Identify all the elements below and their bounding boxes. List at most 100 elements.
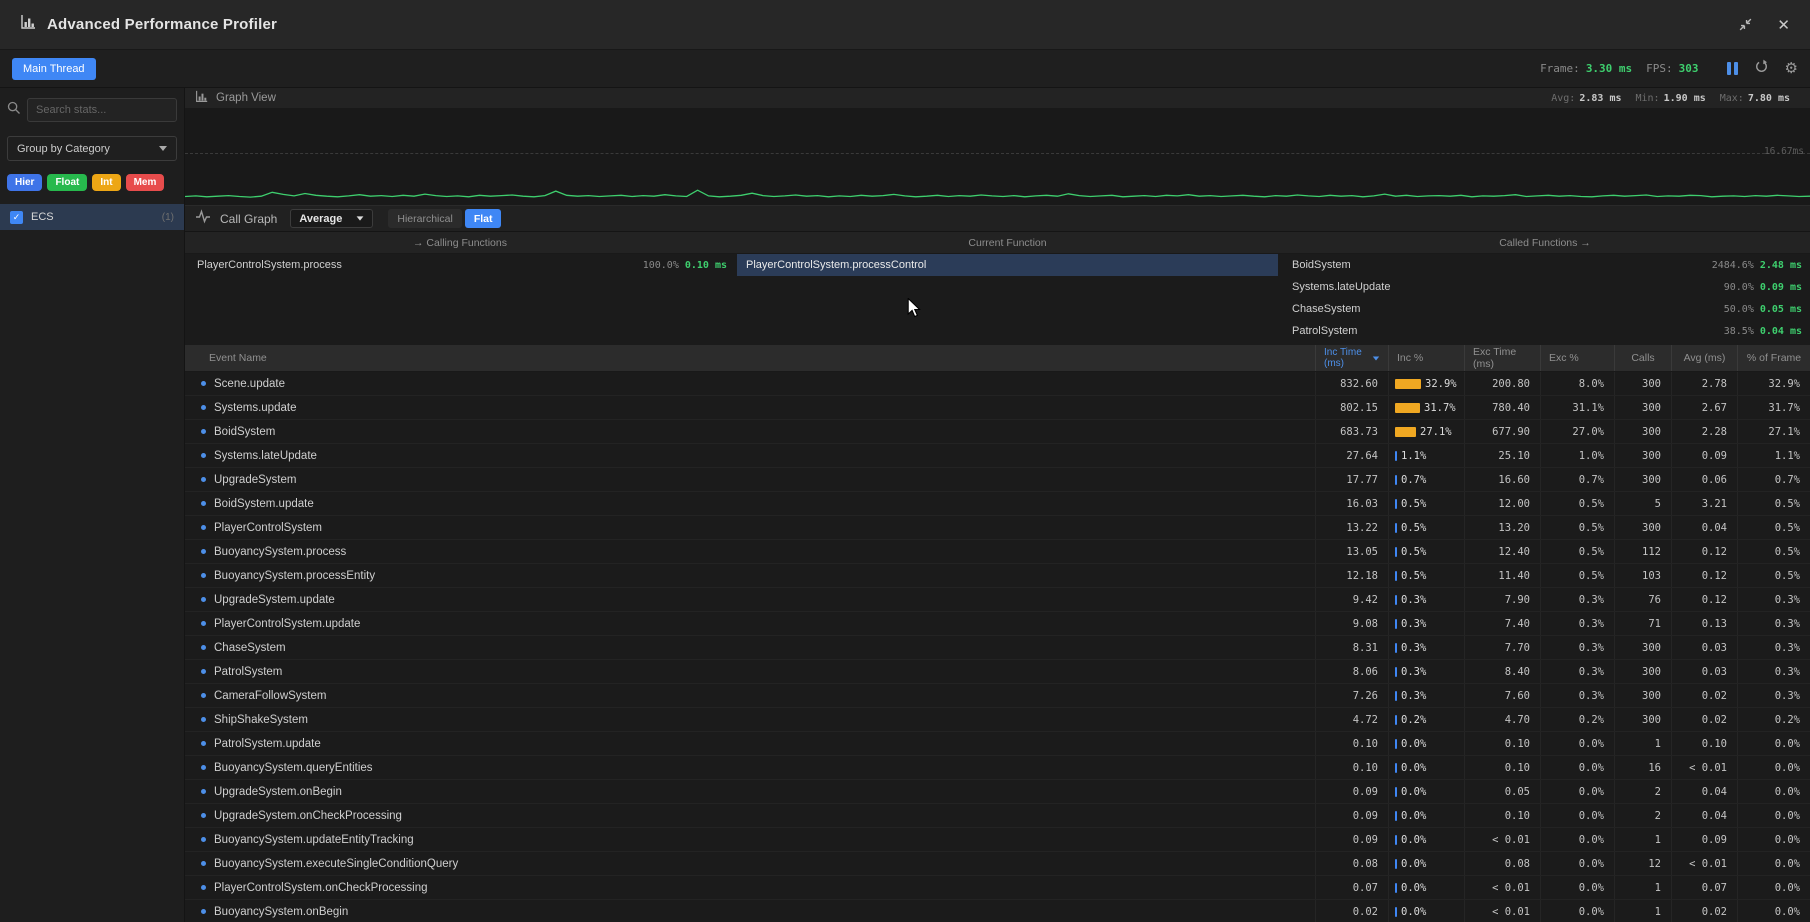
inc-pct-value: 0.3%	[1401, 666, 1426, 678]
call-graph-function-row[interactable]: Systems.lateUpdate90.0%0.09 ms	[1280, 276, 1810, 298]
close-icon[interactable]: ✕	[1777, 16, 1790, 34]
table-row[interactable]: CameraFollowSystem7.260.3%7.600.3%3000.0…	[185, 684, 1810, 708]
col-event-name[interactable]: Event Name	[185, 345, 1315, 371]
col-exc-pct[interactable]: Exc %	[1540, 345, 1614, 371]
current-function-box[interactable]: PlayerControlSystem.processControl	[737, 254, 1278, 276]
row-bullet-icon	[201, 909, 206, 914]
table-row[interactable]: PlayerControlSystem13.220.5%13.200.5%300…	[185, 516, 1810, 540]
cell-avg: < 0.01	[1671, 852, 1737, 875]
inc-pct-value: 0.5%	[1401, 498, 1426, 510]
col-frame-pct[interactable]: % of Frame	[1737, 345, 1810, 371]
frame-time-line	[185, 190, 1810, 197]
hierarchical-button[interactable]: Hierarchical	[388, 209, 461, 228]
group-by-value: Group by Category	[17, 143, 110, 155]
gear-icon[interactable]: ⚙	[1785, 61, 1798, 76]
event-name: BuoyancySystem.queryEntities	[214, 762, 373, 774]
col-inc-time[interactable]: Inc Time (ms)	[1315, 345, 1388, 371]
table-row[interactable]: Systems.update802.1531.7%780.4031.1%3002…	[185, 396, 1810, 420]
frame-time-graph[interactable]: 16.67ms	[185, 108, 1810, 205]
call-graph-function-row[interactable]: PlayerControlSystem.process100.0%0.10 ms	[185, 254, 735, 276]
main-thread-button[interactable]: Main Thread	[12, 58, 96, 80]
col-calls[interactable]: Calls	[1614, 345, 1671, 371]
cell-inc-time: 9.42	[1315, 588, 1388, 611]
cell-event-name: BuoyancySystem.updateEntityTracking	[185, 828, 1315, 851]
cell-calls: 300	[1614, 420, 1671, 443]
called-functions-header: Called Functions →	[1280, 232, 1810, 253]
cell-calls: 300	[1614, 660, 1671, 683]
cell-exc-pct: 0.0%	[1540, 756, 1614, 779]
flat-button[interactable]: Flat	[465, 209, 502, 228]
call-graph-function-row[interactable]: ChaseSystem50.0%0.05 ms	[1280, 298, 1810, 320]
function-time: 2.48 ms	[1760, 260, 1802, 271]
badge-mem[interactable]: Mem	[126, 174, 165, 191]
call-graph-function-row[interactable]: PatrolSystem38.5%0.04 ms	[1280, 320, 1810, 342]
table-row[interactable]: BuoyancySystem.onBegin0.020.0%< 0.010.0%…	[185, 900, 1810, 922]
badge-float[interactable]: Float	[47, 174, 87, 191]
table-row[interactable]: BuoyancySystem.queryEntities0.100.0%0.10…	[185, 756, 1810, 780]
table-row[interactable]: BuoyancySystem.updateEntityTracking0.090…	[185, 828, 1810, 852]
row-bullet-icon	[201, 645, 206, 650]
ecs-checkbox[interactable]: ✓	[10, 211, 23, 224]
row-bullet-icon	[201, 741, 206, 746]
function-stats: 38.5%0.04 ms	[1724, 326, 1802, 337]
table-row[interactable]: UpgradeSystem.update9.420.3%7.900.3%760.…	[185, 588, 1810, 612]
badge-hier[interactable]: Hier	[7, 174, 42, 191]
cell-event-name: Scene.update	[185, 372, 1315, 395]
table-row[interactable]: UpgradeSystem.onCheckProcessing0.090.0%0…	[185, 804, 1810, 828]
table-row[interactable]: Systems.lateUpdate27.641.1%25.101.0%3000…	[185, 444, 1810, 468]
group-by-select[interactable]: Group by Category	[7, 136, 177, 161]
table-row[interactable]: BuoyancySystem.process13.050.5%12.400.5%…	[185, 540, 1810, 564]
badge-int[interactable]: Int	[92, 174, 120, 191]
sidebar-item-ecs[interactable]: ✓ ECS (1)	[0, 204, 184, 230]
table-row[interactable]: PatrolSystem8.060.3%8.400.3%3000.030.3%	[185, 660, 1810, 684]
col-inc-pct[interactable]: Inc %	[1388, 345, 1464, 371]
col-exc-time[interactable]: Exc Time (ms)	[1464, 345, 1540, 371]
cell-exc-pct: 0.3%	[1540, 636, 1614, 659]
table-row[interactable]: ShipShakeSystem4.720.2%4.700.2%3000.020.…	[185, 708, 1810, 732]
cell-inc-pct: 0.0%	[1388, 756, 1464, 779]
table-row[interactable]: PatrolSystem.update0.100.0%0.100.0%10.10…	[185, 732, 1810, 756]
cell-event-name: PlayerControlSystem	[185, 516, 1315, 539]
table-row[interactable]: UpgradeSystem.onBegin0.090.0%0.050.0%20.…	[185, 780, 1810, 804]
cell-frame-pct: 0.3%	[1737, 660, 1810, 683]
call-graph-toolbar: Call Graph Average Hierarchical Flat	[185, 205, 1810, 232]
table-row[interactable]: BuoyancySystem.processEntity12.180.5%11.…	[185, 564, 1810, 588]
restore-icon[interactable]	[1738, 17, 1753, 32]
table-row[interactable]: PlayerControlSystem.update9.080.3%7.400.…	[185, 612, 1810, 636]
table-row[interactable]: BuoyancySystem.executeSingleConditionQue…	[185, 852, 1810, 876]
table-row[interactable]: BoidSystem.update16.030.5%12.000.5%53.21…	[185, 492, 1810, 516]
cell-inc-pct: 32.9%	[1388, 372, 1464, 395]
function-name: BoidSystem	[1292, 259, 1351, 271]
pause-icon[interactable]	[1727, 62, 1738, 75]
function-time: 0.05 ms	[1760, 304, 1802, 315]
table-row[interactable]: PlayerControlSystem.onCheckProcessing0.0…	[185, 876, 1810, 900]
call-graph-title: Call Graph	[220, 212, 277, 226]
refresh-icon[interactable]	[1754, 59, 1769, 79]
call-graph-mode-select[interactable]: Average	[290, 209, 373, 228]
cell-inc-pct: 0.2%	[1388, 708, 1464, 731]
cell-calls: 71	[1614, 612, 1671, 635]
search-input[interactable]	[27, 98, 177, 122]
cell-calls: 300	[1614, 684, 1671, 707]
cell-event-name: BoidSystem.update	[185, 492, 1315, 515]
cell-inc-time: 13.22	[1315, 516, 1388, 539]
cell-exc-time: 7.70	[1464, 636, 1540, 659]
cell-calls: 76	[1614, 588, 1671, 611]
call-graph-function-row[interactable]: BoidSystem2484.6%2.48 ms	[1280, 254, 1810, 276]
event-name: UpgradeSystem.update	[214, 594, 335, 606]
calling-functions-header: → Calling Functions	[185, 232, 735, 253]
table-row[interactable]: UpgradeSystem17.770.7%16.600.7%3000.060.…	[185, 468, 1810, 492]
col-avg[interactable]: Avg (ms)	[1671, 345, 1737, 371]
row-bullet-icon	[201, 621, 206, 626]
inc-pct-bar	[1395, 475, 1397, 485]
table-row[interactable]: ChaseSystem8.310.3%7.700.3%3000.030.3%	[185, 636, 1810, 660]
cell-calls: 1	[1614, 732, 1671, 755]
table-row[interactable]: Scene.update832.6032.9%200.808.0%3002.78…	[185, 372, 1810, 396]
function-stats: 90.0%0.09 ms	[1724, 282, 1802, 293]
table-row[interactable]: BoidSystem683.7327.1%677.9027.0%3002.282…	[185, 420, 1810, 444]
inc-pct-value: 27.1%	[1420, 426, 1452, 438]
event-name: PlayerControlSystem	[214, 522, 322, 534]
cell-frame-pct: 0.3%	[1737, 588, 1810, 611]
inc-pct-bar	[1395, 667, 1397, 677]
cell-exc-time: 7.40	[1464, 612, 1540, 635]
